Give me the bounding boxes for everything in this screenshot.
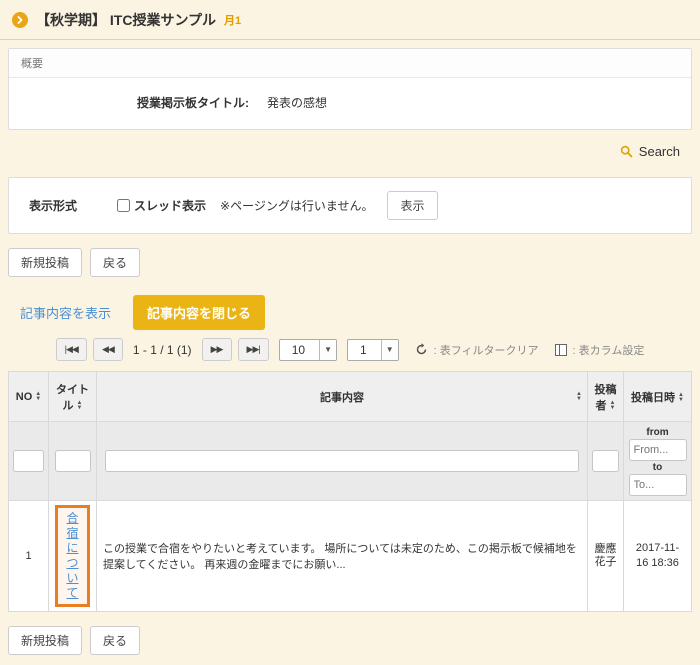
page-number-select[interactable]: 1 ▼ xyxy=(347,339,399,361)
first-page-button[interactable]: |◀◀ xyxy=(56,338,87,361)
period-badge: 月1 xyxy=(224,12,241,28)
last-page-button[interactable]: ▶▶| xyxy=(238,338,269,361)
cell-author: 慶應 花子 xyxy=(588,501,624,612)
board-title-value: 発表の感想 xyxy=(267,94,327,111)
hide-content-button[interactable]: 記事内容を閉じる xyxy=(133,295,265,330)
next-page-button[interactable]: ▶▶ xyxy=(202,338,232,361)
filter-date-from-input[interactable] xyxy=(629,439,687,461)
search-icon xyxy=(620,145,633,158)
paging-note: ※ページングは行いません。 xyxy=(220,197,373,214)
column-header-title[interactable]: タイトル▲▼ xyxy=(49,372,97,422)
filter-title-input[interactable] xyxy=(55,450,91,472)
sort-icon[interactable]: ▲▼ xyxy=(35,392,41,402)
show-content-button[interactable]: 記事内容を表示 xyxy=(8,296,123,329)
filter-from-label: from xyxy=(628,426,687,439)
thread-display-option[interactable]: スレッド表示 xyxy=(117,197,206,214)
page-size-select[interactable]: 10 ▼ xyxy=(279,339,337,361)
page-title: 【秋学期】 ITC授業サンプル xyxy=(36,10,216,30)
column-header-datetime[interactable]: 投稿日時▲▼ xyxy=(624,372,692,422)
column-header-no[interactable]: NO▲▼ xyxy=(9,372,49,422)
thread-display-checkbox[interactable] xyxy=(117,199,130,212)
page-size-value: 10 xyxy=(280,343,319,357)
table-header-row: NO▲▼ タイトル▲▼ 記事内容▲▼ 投稿者▲▼ 投稿日時▲▼ xyxy=(9,372,692,422)
post-title-link[interactable]: 合宿について xyxy=(61,511,84,601)
chevron-circle-icon xyxy=(12,12,28,28)
table-row: 1 合宿について この授業で合宿をやりたいと考えています。 場所については未定の… xyxy=(9,501,692,612)
filter-content-input[interactable] xyxy=(105,450,579,472)
back-button-bottom[interactable]: 戻る xyxy=(90,626,140,655)
column-settings-label[interactable]: : 表カラム設定 xyxy=(573,342,645,358)
search-label[interactable]: Search xyxy=(639,144,680,159)
pagination-bar: |◀◀ ◀◀ 1 - 1 / 1 (1) ▶▶ ▶▶| 10 ▼ 1 ▼ : 表… xyxy=(8,338,692,361)
new-post-button-bottom[interactable]: 新規投稿 xyxy=(8,626,82,655)
top-action-row: 新規投稿 戻る xyxy=(8,248,692,277)
overview-panel-title: 概要 xyxy=(9,49,691,78)
posts-table: NO▲▼ タイトル▲▼ 記事内容▲▼ 投稿者▲▼ 投稿日時▲▼ xyxy=(8,371,692,612)
cell-no: 1 xyxy=(9,501,49,612)
annotation-highlight-box: 合宿について xyxy=(55,505,90,607)
thread-display-label: スレッド表示 xyxy=(134,197,206,214)
display-button[interactable]: 表示 xyxy=(387,191,437,220)
table-filter-row: from to xyxy=(9,422,692,501)
sort-icon[interactable]: ▲▼ xyxy=(576,392,582,402)
display-format-label: 表示形式 xyxy=(21,197,117,214)
filter-clear-label[interactable]: : 表フィルタークリア xyxy=(434,342,539,358)
filter-no-input[interactable] xyxy=(13,450,44,472)
cell-datetime: 2017-11-16 18:36 xyxy=(624,501,692,612)
page-header: 【秋学期】 ITC授業サンプル 月1 xyxy=(0,0,700,40)
bottom-action-row: 新規投稿 戻る xyxy=(8,626,692,655)
column-header-content[interactable]: 記事内容▲▼ xyxy=(97,372,588,422)
column-settings-icon[interactable] xyxy=(555,344,567,356)
page-status: 1 - 1 / 1 (1) xyxy=(133,343,192,357)
sort-icon[interactable]: ▲▼ xyxy=(77,401,83,411)
filter-date-to-input[interactable] xyxy=(629,474,687,496)
sort-icon[interactable]: ▲▼ xyxy=(610,401,616,411)
board-title-label: 授業掲示板タイトル: xyxy=(21,94,249,111)
page: 【秋学期】 ITC授業サンプル 月1 概要 授業掲示板タイトル: 発表の感想 S… xyxy=(0,0,700,665)
chevron-down-icon: ▼ xyxy=(381,340,398,360)
filter-to-label: to xyxy=(628,461,687,474)
search-toggle[interactable]: Search xyxy=(0,130,700,165)
cell-title: 合宿について xyxy=(49,501,97,612)
page-number-value: 1 xyxy=(348,343,381,357)
column-header-author[interactable]: 投稿者▲▼ xyxy=(588,372,624,422)
content-toggle-row: 記事内容を表示 記事内容を閉じる xyxy=(8,295,692,330)
chevron-down-icon: ▼ xyxy=(319,340,336,360)
overview-panel: 概要 授業掲示板タイトル: 発表の感想 xyxy=(8,48,692,130)
refresh-icon[interactable] xyxy=(415,343,428,356)
back-button[interactable]: 戻る xyxy=(90,248,140,277)
new-post-button[interactable]: 新規投稿 xyxy=(8,248,82,277)
filter-author-input[interactable] xyxy=(592,450,619,472)
sort-icon[interactable]: ▲▼ xyxy=(678,393,684,403)
display-format-panel: 表示形式 スレッド表示 ※ページングは行いません。 表示 xyxy=(8,177,692,234)
prev-page-button[interactable]: ◀◀ xyxy=(93,338,123,361)
overview-panel-body: 授業掲示板タイトル: 発表の感想 xyxy=(9,78,691,129)
cell-content: この授業で合宿をやりたいと考えています。 場所については未定のため、この掲示板で… xyxy=(97,501,588,612)
